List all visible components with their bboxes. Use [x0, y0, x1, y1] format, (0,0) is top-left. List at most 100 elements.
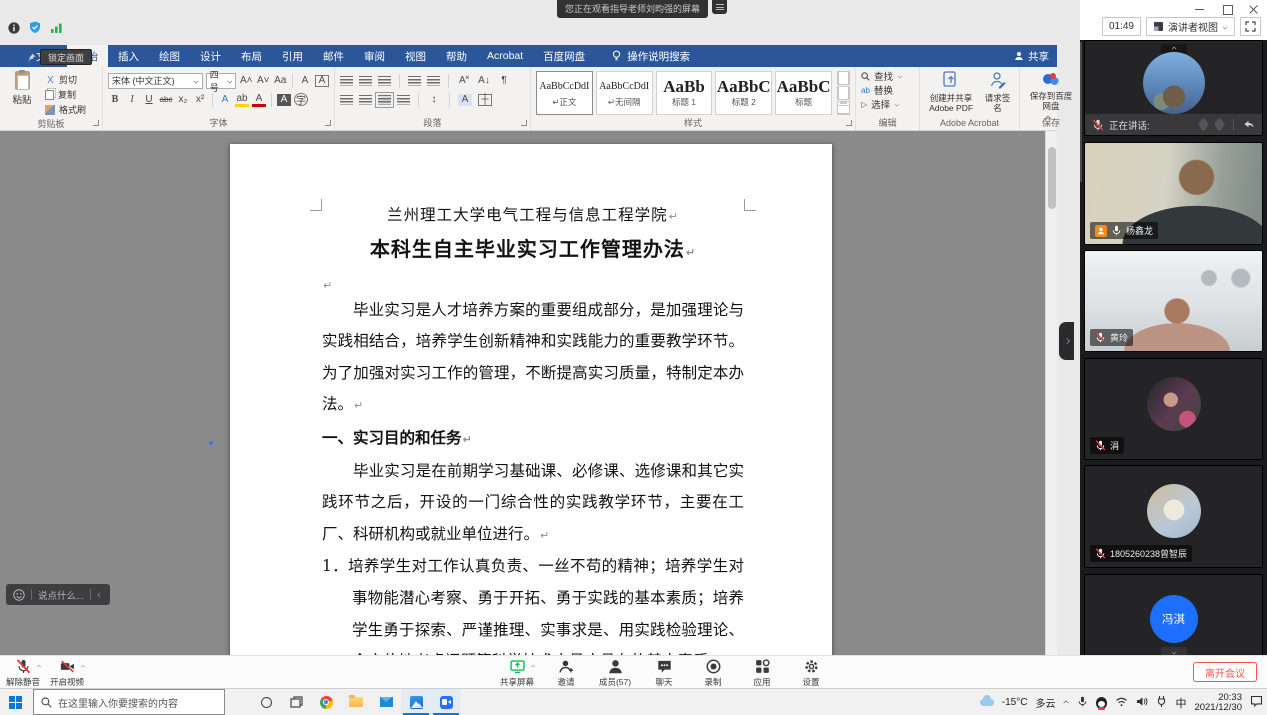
network-icon[interactable] — [1115, 696, 1128, 710]
create-pdf-button[interactable]: 创建并共享 Adobe PDF — [925, 71, 977, 115]
gallery-more-icon[interactable] — [837, 101, 850, 115]
style-item-4[interactable]: AaBbC标题 2 — [715, 71, 772, 115]
style-item-5[interactable]: AaBbC标题 — [775, 71, 832, 115]
start-button[interactable] — [0, 689, 30, 715]
align-left-button[interactable] — [340, 95, 353, 105]
shading-button[interactable]: A — [458, 94, 472, 106]
share-button[interactable]: 共享 — [1014, 45, 1049, 67]
tray-temperature[interactable]: -15°C — [1002, 697, 1028, 708]
view-mode-select[interactable]: 演讲者视图 — [1146, 17, 1235, 36]
close-button[interactable] — [1249, 4, 1259, 14]
doc-block-4[interactable]: 毕业实习是人才培养方案的重要组成部分，是加强理论与实践相结合，培养学生创新精神和… — [322, 295, 744, 422]
char-border-button[interactable]: A — [315, 75, 329, 87]
shrink-font-button[interactable]: A˅ — [256, 73, 270, 88]
bullets-button[interactable] — [340, 76, 353, 86]
document-text[interactable]: 兰州理工大学电气工程与信息工程学院↵本科生自主毕业实习工作管理办法↵↵毕业实习是… — [322, 200, 744, 655]
taskbar-search-box[interactable]: 在这里输入你要搜索的内容 — [33, 689, 225, 715]
ribbon-tab-Acrobat[interactable]: Acrobat — [477, 45, 533, 67]
scroll-down-icon[interactable] — [1161, 647, 1187, 655]
members-button[interactable]: 成员(57) — [598, 658, 632, 688]
doc-block-5[interactable]: 一、实习目的和任务↵ — [322, 422, 744, 456]
tray-mic-icon[interactable] — [1077, 696, 1088, 710]
doc-block-1[interactable]: 兰州理工大学电气工程与信息工程学院↵ — [322, 200, 744, 233]
doc-block-6[interactable]: 毕业实习是在前期学习基础课、必修课、选修课和其它实践环节之后，开设的一门综合性的… — [322, 456, 744, 552]
highlight-button[interactable]: ab — [235, 92, 249, 107]
participant-tile-1[interactable]: 正在讲话: — [1084, 40, 1263, 136]
settings-button[interactable]: 设置 — [794, 658, 828, 688]
italic-button[interactable]: I — [125, 92, 139, 107]
change-case-button[interactable]: Aa — [273, 73, 287, 88]
unmute-button[interactable]: 解除静音 — [6, 658, 40, 688]
gallery-down-icon[interactable] — [837, 86, 850, 100]
apps-button[interactable]: 应用 — [745, 658, 779, 688]
font-size-select[interactable]: 四号 — [206, 73, 236, 89]
taskbar-chrome-button[interactable] — [311, 689, 341, 715]
word-scrollbar[interactable] — [1045, 131, 1057, 655]
participant-tile-5[interactable]: 1805260238曾智辰 — [1084, 465, 1263, 568]
taskbar-mail-button[interactable] — [371, 689, 401, 715]
cut-button[interactable]: 剪切 — [45, 73, 86, 86]
subscript-button[interactable]: x₂ — [176, 92, 190, 107]
qq-icon[interactable] — [1096, 697, 1107, 709]
bold-button[interactable]: B — [108, 92, 122, 107]
chat-button[interactable]: 聊天 — [647, 658, 681, 688]
font-dialog-launcher[interactable] — [325, 120, 331, 126]
share-screen-button[interactable]: 共享屏幕 — [500, 658, 534, 688]
line-spacing-button[interactable]: ↕ — [427, 92, 441, 107]
paragraph-dialog-launcher[interactable] — [521, 120, 527, 126]
tellme-search[interactable]: 操作说明搜索 — [601, 45, 700, 67]
document-page[interactable]: 兰州理工大学电气工程与信息工程学院↵本科生自主毕业实习工作管理办法↵↵毕业实习是… — [230, 144, 832, 655]
find-button[interactable]: 查找 — [861, 69, 914, 83]
numbering-button[interactable] — [359, 76, 372, 86]
participant-tile-4[interactable]: 涓 — [1084, 358, 1263, 460]
clipboard-dialog-launcher[interactable] — [93, 120, 99, 126]
ribbon-tab-帮助[interactable]: 帮助 — [436, 45, 477, 67]
align-center-button[interactable] — [359, 95, 372, 105]
style-item-1[interactable]: AaBbCcDdI↵正文 — [536, 71, 593, 115]
collapse-ribbon-button[interactable] — [1045, 109, 1051, 127]
chat-input-placeholder[interactable]: 说点什么... — [38, 588, 84, 602]
tray-clock[interactable]: 20:332021/12/30 — [1194, 693, 1242, 713]
leave-meeting-button[interactable]: 离开会议 — [1193, 662, 1257, 682]
distribute-button[interactable] — [397, 95, 410, 105]
decrease-indent-button[interactable] — [408, 76, 421, 86]
text-effects-button[interactable]: A — [218, 92, 232, 107]
ribbon-tab-绘图[interactable]: 绘图 — [149, 45, 190, 67]
copy-button[interactable]: 复制 — [45, 88, 86, 101]
superscript-button[interactable]: x² — [193, 92, 207, 107]
show-marks-button[interactable]: ¶ — [497, 73, 511, 88]
tray-weather-text[interactable]: 多云 — [1035, 695, 1055, 710]
banner-menu-icon[interactable] — [712, 0, 727, 14]
request-sign-button[interactable]: 请求签名 — [981, 71, 1014, 115]
ribbon-tab-引用[interactable]: 引用 — [272, 45, 313, 67]
doc-block-7[interactable]: 1．培养学生对工作认真负责、一丝不苟的精神；培养学生对事物能潜心考察、勇于开拓、… — [322, 551, 744, 655]
align-justify-button[interactable] — [378, 95, 391, 105]
invite-button[interactable]: 邀请 — [549, 658, 583, 688]
participant-tile-3[interactable]: 黄玲 — [1084, 250, 1263, 352]
styles-gallery-arrows[interactable] — [837, 71, 850, 115]
ribbon-tab-插入[interactable]: 插入 — [108, 45, 149, 67]
paste-button[interactable]: 粘贴 — [5, 71, 39, 116]
volume-icon[interactable] — [1136, 696, 1148, 710]
ribbon-tab-审阅[interactable]: 审阅 — [354, 45, 395, 67]
doc-block-2[interactable]: 本科生自主毕业实习工作管理办法↵ — [322, 233, 744, 269]
asian-layout-button[interactable]: A˟ — [457, 73, 471, 88]
font-name-select[interactable]: 宋体 (中文正文) — [108, 73, 203, 89]
sidebar-scrollbar[interactable] — [1080, 42, 1082, 182]
style-item-2[interactable]: AaBbCcDdI↵无间隔 — [596, 71, 653, 115]
sort-button[interactable]: A↓ — [477, 73, 491, 88]
underline-button[interactable]: U — [142, 92, 156, 107]
save-baidu-button[interactable]: 保存到百度网盘 — [1025, 71, 1077, 115]
ribbon-tab-布局[interactable]: 布局 — [231, 45, 272, 67]
ribbon-tab-视图[interactable]: 视图 — [395, 45, 436, 67]
doc-block-3[interactable]: ↵ — [322, 269, 744, 295]
taskbar-cortana-button[interactable] — [251, 689, 281, 715]
maximize-button[interactable] — [1222, 4, 1232, 14]
clear-format-button[interactable]: A — [298, 73, 312, 88]
action-center-icon[interactable] — [1250, 695, 1263, 710]
minimize-button[interactable] — [1195, 4, 1205, 14]
sidebar-collapse-handle[interactable] — [1059, 322, 1074, 360]
ime-indicator[interactable]: 中 — [1175, 695, 1186, 711]
record-button[interactable]: 录制 — [696, 658, 730, 688]
participant-tile-6[interactable]: 冯淇 — [1084, 574, 1263, 655]
